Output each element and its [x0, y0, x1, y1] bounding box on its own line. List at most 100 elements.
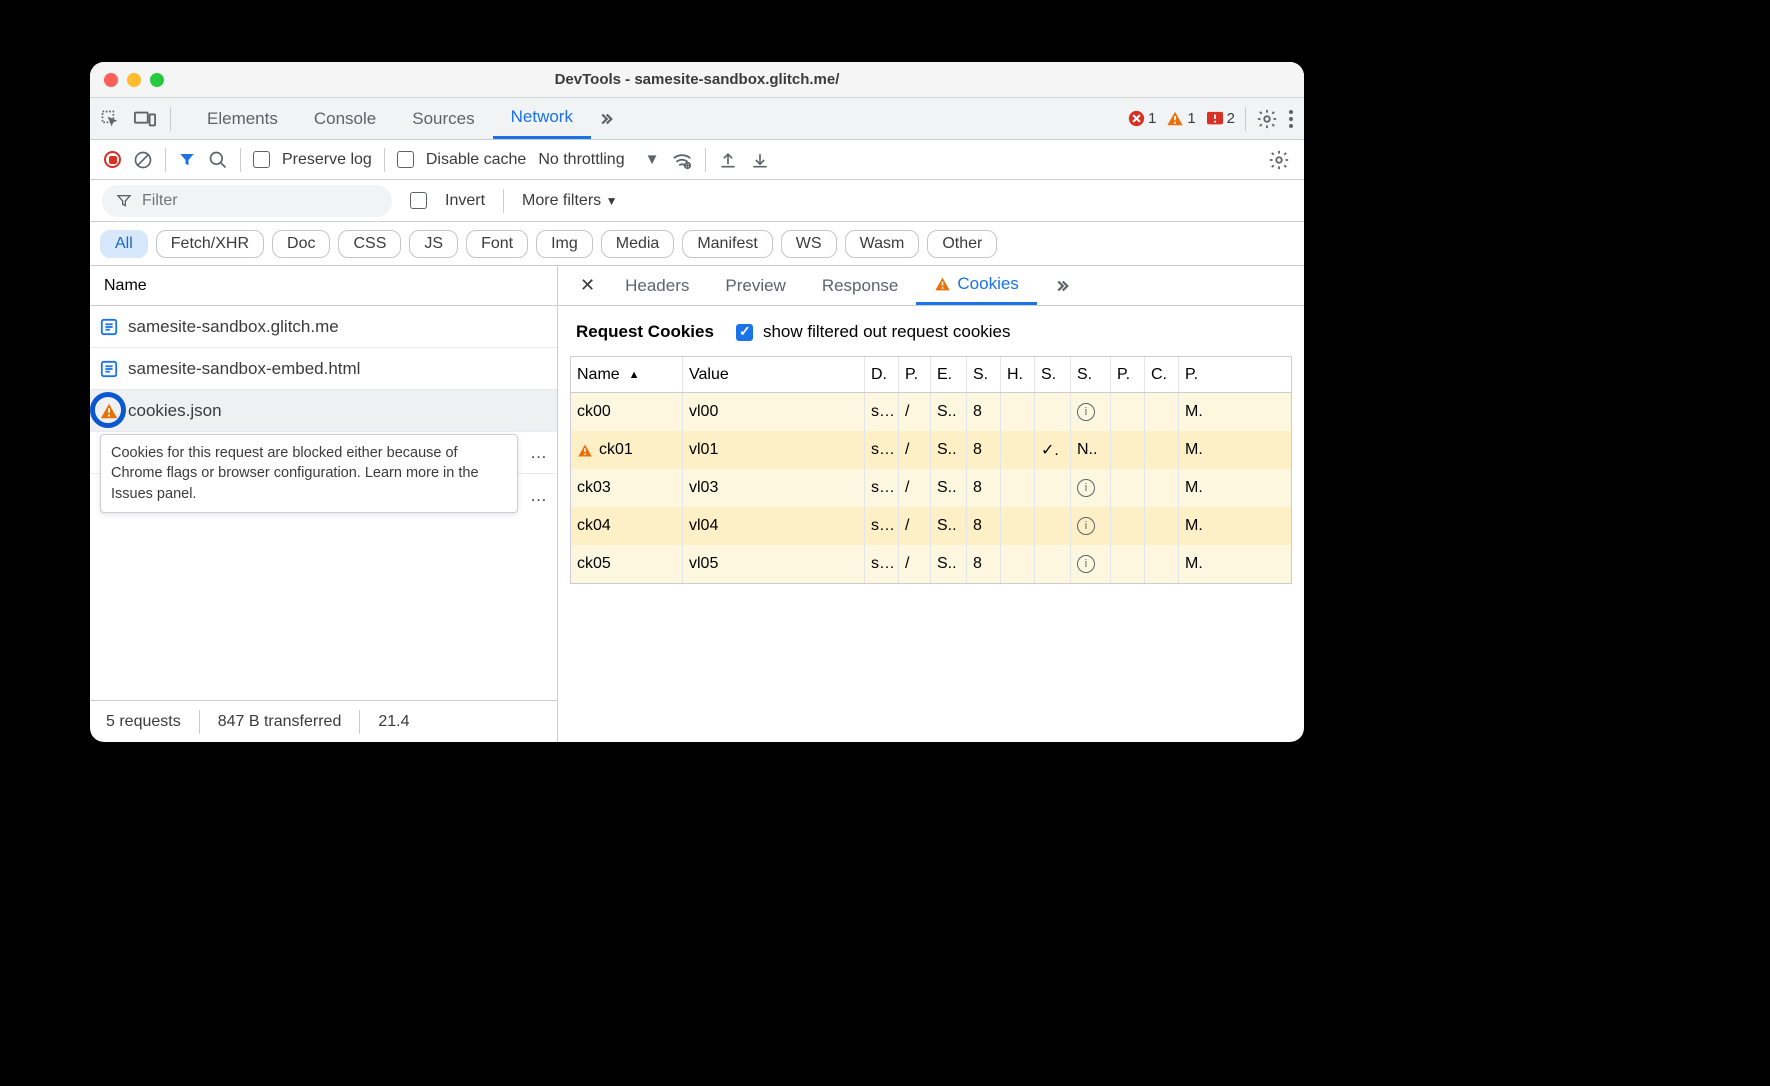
preserve-log-checkbox[interactable]	[253, 151, 270, 168]
tab-cookies[interactable]: Cookies	[916, 266, 1036, 305]
tab-elements[interactable]: Elements	[189, 98, 296, 139]
error-count[interactable]: 1	[1128, 110, 1156, 127]
col-size[interactable]: S.	[967, 357, 1001, 392]
cookie-name-cell: ck03	[571, 469, 683, 507]
chip-doc[interactable]: Doc	[272, 230, 330, 258]
more-detail-tabs-button[interactable]	[1047, 277, 1077, 295]
col-partition[interactable]: P.	[1111, 357, 1145, 392]
chip-manifest[interactable]: Manifest	[682, 230, 772, 258]
tab-response[interactable]: Response	[804, 266, 917, 305]
download-icon[interactable]	[750, 150, 770, 170]
record-button[interactable]	[104, 151, 121, 168]
clear-button[interactable]	[133, 150, 153, 170]
col-value[interactable]: Value	[683, 357, 865, 392]
chip-all[interactable]: All	[100, 230, 148, 258]
cookie-cell	[1035, 393, 1071, 431]
name-column-header[interactable]: Name	[90, 266, 557, 306]
throttling-select[interactable]: No throttling	[538, 151, 624, 169]
col-httponly[interactable]: H.	[1001, 357, 1035, 392]
col-samesite[interactable]: S.	[1071, 357, 1111, 392]
chip-ws[interactable]: WS	[781, 230, 837, 258]
network-settings-icon[interactable]	[1268, 149, 1290, 171]
col-domain[interactable]: D.	[865, 357, 899, 392]
col-priority[interactable]: P.	[1179, 357, 1219, 392]
tab-preview[interactable]: Preview	[707, 266, 803, 305]
tab-sources[interactable]: Sources	[394, 98, 492, 139]
document-icon	[100, 318, 118, 336]
request-row[interactable]: cookies.json	[90, 390, 557, 432]
chip-media[interactable]: Media	[601, 230, 675, 258]
invert-checkbox[interactable]	[410, 192, 427, 209]
warning-icon	[100, 402, 118, 420]
tab-headers[interactable]: Headers	[607, 266, 707, 305]
more-tabs-button[interactable]	[591, 98, 621, 139]
cookie-cell: M.	[1179, 431, 1219, 469]
request-list: samesite-sandbox.glitch.me samesite-sand…	[90, 306, 557, 700]
close-detail-button[interactable]: ✕	[568, 275, 607, 296]
settings-icon[interactable]	[1256, 108, 1278, 130]
col-name[interactable]: Name ▲	[571, 357, 683, 392]
divider	[359, 710, 360, 734]
issues-count[interactable]: 2	[1206, 110, 1235, 127]
chip-font[interactable]: Font	[466, 230, 528, 258]
col-path[interactable]: P.	[899, 357, 931, 392]
cookie-cell: s…	[865, 545, 899, 583]
cookie-row[interactable]: ck00vl00s…/S..8iM.	[571, 393, 1291, 431]
tab-network[interactable]: Network	[493, 98, 591, 139]
network-conditions-icon[interactable]	[671, 150, 693, 170]
col-secure[interactable]: S.	[1035, 357, 1071, 392]
chip-img[interactable]: Img	[536, 230, 593, 258]
chip-other[interactable]: Other	[927, 230, 997, 258]
request-row[interactable]: samesite-sandbox-embed.html	[90, 348, 557, 390]
chip-fetchxhr[interactable]: Fetch/XHR	[156, 230, 264, 258]
search-icon[interactable]	[208, 150, 228, 170]
cookie-cell	[1145, 469, 1179, 507]
cookie-cell: i	[1071, 545, 1111, 583]
window-controls	[90, 73, 164, 87]
truncation-indicator: …	[530, 486, 547, 506]
chevron-down-icon[interactable]: ▼	[645, 151, 660, 168]
minimize-window-button[interactable]	[127, 73, 141, 87]
filter-bar: Invert More filters ▼	[90, 180, 1304, 222]
chip-wasm[interactable]: Wasm	[845, 230, 920, 258]
disable-cache-checkbox[interactable]	[397, 151, 414, 168]
cookie-cell: vl03	[683, 469, 865, 507]
info-icon: i	[1077, 555, 1095, 573]
divider	[1245, 107, 1246, 131]
filter-icon	[116, 193, 132, 209]
request-cookies-title: Request Cookies	[576, 322, 714, 342]
cookie-row[interactable]: ck01vl01s…/S..8✓.N..M.	[571, 431, 1291, 469]
more-options-icon[interactable]	[1288, 109, 1294, 129]
tab-console[interactable]: Console	[296, 98, 394, 139]
filter-toggle-icon[interactable]	[178, 151, 196, 169]
cookie-cell: /	[899, 393, 931, 431]
col-expires[interactable]: E.	[931, 357, 967, 392]
cookie-row[interactable]: ck05vl05s…/S..8iM.	[571, 545, 1291, 583]
issues-icon	[1206, 111, 1224, 127]
chip-js[interactable]: JS	[409, 230, 458, 258]
show-filtered-checkbox[interactable]	[736, 324, 753, 341]
col-crosssite[interactable]: C.	[1145, 357, 1179, 392]
cookie-cell: vl01	[683, 431, 865, 469]
more-filters-button[interactable]: More filters ▼	[522, 192, 617, 210]
device-toolbar-icon[interactable]	[134, 109, 156, 129]
filter-input[interactable]	[142, 192, 378, 210]
truncation-indicator: …	[530, 443, 547, 463]
divider	[240, 148, 241, 172]
cookie-cell: s…	[865, 469, 899, 507]
cookie-cell: s…	[865, 393, 899, 431]
cookie-cell: M.	[1179, 469, 1219, 507]
cookie-row[interactable]: ck03vl03s…/S..8iM.	[571, 469, 1291, 507]
close-window-button[interactable]	[104, 73, 118, 87]
maximize-window-button[interactable]	[150, 73, 164, 87]
cookie-row[interactable]: ck04vl04s…/S..8iM.	[571, 507, 1291, 545]
warning-count[interactable]: 1	[1166, 110, 1195, 127]
chip-css[interactable]: CSS	[338, 230, 401, 258]
upload-icon[interactable]	[718, 150, 738, 170]
request-row[interactable]: samesite-sandbox.glitch.me	[90, 306, 557, 348]
cookie-cell	[1111, 507, 1145, 545]
cookie-cell: /	[899, 431, 931, 469]
filter-field[interactable]	[102, 185, 392, 217]
inspect-element-icon[interactable]	[100, 109, 120, 129]
cookie-table-header: Name ▲ Value D. P. E. S. H. S. S. P. C. …	[571, 357, 1291, 393]
